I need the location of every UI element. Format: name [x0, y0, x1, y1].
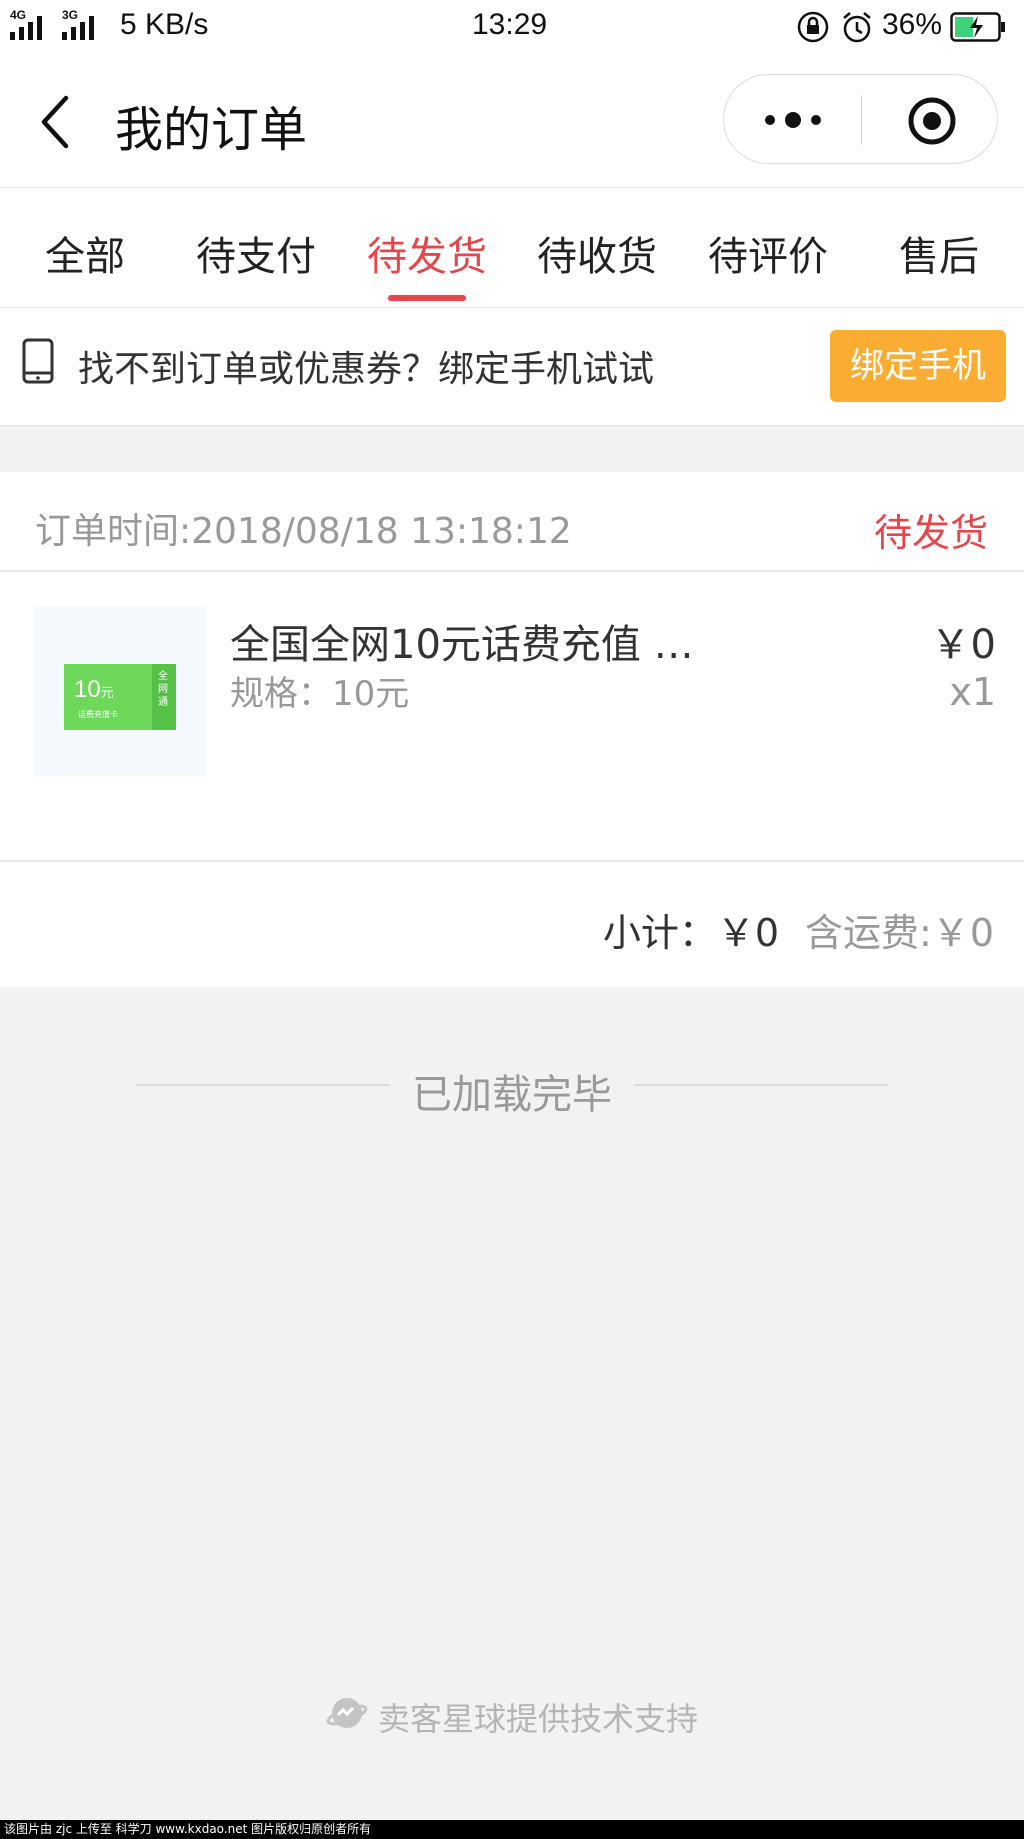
network-speed: 5 KB/s	[120, 8, 209, 41]
order-subtotal-row: 小计：￥0 含运费:￥0	[603, 902, 994, 957]
product-thumbnail[interactable]: 10元 话费充值卡 全网通	[34, 606, 205, 777]
network-label-2: 3G	[62, 8, 79, 22]
back-arrow-icon[interactable]	[36, 94, 76, 154]
product-name[interactable]: 全国全网10元话费充值 …	[230, 612, 694, 670]
alarm-icon	[840, 10, 874, 48]
shipping-fee: 含运费:￥0	[805, 911, 994, 955]
phone-icon	[22, 338, 54, 388]
all-loaded-text: 已加载完毕	[412, 1072, 612, 1118]
powered-by: 卖客星球提供技术支持	[0, 1694, 1024, 1740]
tab-all[interactable]: 全部	[0, 224, 170, 282]
order-subtotal: 小计：￥0	[602, 911, 780, 955]
card-side-text: 全网通	[158, 671, 168, 708]
bind-phone-hint: 找不到订单或优惠券？绑定手机试试	[78, 349, 655, 390]
card-amount: 10	[74, 676, 101, 703]
page-title: 我的订单	[115, 102, 308, 158]
order-footer: 小计：￥0 含运费:￥0	[0, 860, 1024, 987]
order-card[interactable]: 订单时间:2018/08/18 13:18:12 待发货 10元 话费充值卡 全…	[0, 472, 1024, 987]
mini-program-capsule	[723, 74, 998, 164]
order-time: 订单时间:2018/08/18 13:18:12	[35, 511, 572, 552]
tab-pending-review[interactable]: 待评价	[683, 224, 853, 282]
card-caption: 话费充值卡	[78, 710, 118, 719]
recharge-card-image: 10元 话费充值卡 全网通	[64, 664, 176, 730]
product-quantity: x1	[949, 670, 996, 714]
order-status: 待发货	[873, 511, 988, 555]
more-menu-icon[interactable]	[762, 105, 824, 139]
rotation-lock-icon	[796, 10, 830, 48]
signal-icon-1: 4G	[10, 8, 42, 40]
tab-pending-receipt[interactable]: 待收货	[512, 224, 682, 282]
tab-after-sales[interactable]: 售后	[854, 224, 1024, 282]
capsule-divider	[861, 95, 862, 145]
card-side-strip: 全网通	[152, 664, 176, 730]
close-mini-program-icon[interactable]	[906, 95, 958, 151]
nav-bar: 我的订单	[0, 54, 1024, 188]
network-label-1: 4G	[10, 8, 27, 22]
active-tab-indicator	[388, 295, 466, 301]
card-unit: 元	[100, 685, 114, 700]
bind-phone-button[interactable]: 绑定手机	[830, 330, 1006, 402]
product-price: ￥0	[930, 622, 996, 668]
product-spec: 规格：10元	[230, 674, 410, 714]
battery-charging-icon	[950, 12, 1006, 46]
watermark-bar: 该图片由 zjc 上传至 科学刀 www.kxdao.net 图片版权归原创者所…	[0, 1820, 1024, 1839]
tab-pending-payment[interactable]: 待支付	[171, 224, 341, 282]
clock: 13:29	[472, 8, 548, 41]
tab-pending-shipment[interactable]: 待发货	[342, 224, 512, 282]
bind-phone-banner: 找不到订单或优惠券？绑定手机试试 绑定手机	[0, 308, 1024, 426]
status-bar: 4G 3G 5 KB/s 13:29 36%	[0, 0, 1024, 54]
order-header: 订单时间:2018/08/18 13:18:12 待发货	[0, 472, 1024, 572]
powered-by-text: 卖客星球提供技术支持	[377, 1700, 698, 1738]
battery-percent: 36%	[882, 8, 943, 41]
maike-logo-icon	[326, 1696, 368, 1738]
order-tabs: 全部 待支付 待发货 待收货 待评价 售后	[0, 188, 1024, 308]
signal-icon-2: 3G	[62, 8, 94, 40]
